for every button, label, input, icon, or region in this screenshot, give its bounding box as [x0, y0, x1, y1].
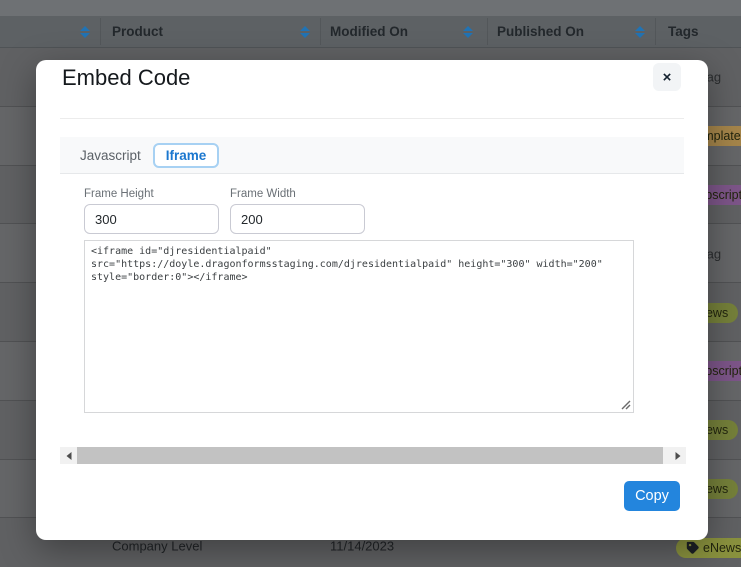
scrollbar-thumb[interactable] [77, 447, 663, 464]
sort-icon[interactable] [635, 25, 645, 39]
tag-chip-label: eNews [703, 541, 741, 555]
column-divider [100, 18, 101, 45]
arrow-left-icon [62, 452, 71, 460]
tab-javascript[interactable]: Javascript [80, 148, 141, 163]
frame-height-label: Frame Height [84, 188, 154, 200]
tag-chip: eNews [676, 538, 741, 558]
close-icon: × [663, 69, 672, 86]
embed-tabbar: Javascript Iframe [60, 137, 684, 174]
horizontal-scrollbar[interactable] [60, 447, 686, 464]
header-divider [60, 118, 684, 119]
scrollbar-track[interactable] [77, 447, 669, 464]
column-divider [487, 18, 488, 45]
sort-icon[interactable] [80, 25, 90, 39]
table-header: Product Modified On Published On Tags [0, 16, 741, 48]
tab-iframe[interactable]: Iframe [153, 143, 220, 168]
column-header-product: Product [112, 16, 163, 48]
arrow-right-icon [675, 452, 684, 460]
resize-handle-icon[interactable] [621, 400, 631, 410]
cell-modified-on: 11/14/2023 [330, 539, 394, 554]
scroll-right-button[interactable] [669, 447, 686, 464]
column-header-modified-on: Modified On [330, 16, 408, 48]
scroll-left-button[interactable] [60, 447, 77, 464]
cell-product: Company Level [112, 539, 202, 554]
column-header-published-on: Published On [497, 16, 584, 48]
sort-icon[interactable] [300, 25, 310, 39]
frame-width-label: Frame Width [230, 188, 296, 200]
frame-width-input[interactable] [230, 204, 365, 234]
column-divider [655, 18, 656, 45]
embed-code-wrap [84, 240, 634, 413]
frame-height-input[interactable] [84, 204, 219, 234]
close-button[interactable]: × [653, 63, 681, 91]
embed-code-textarea[interactable] [84, 240, 634, 413]
tag-icon [686, 541, 699, 554]
embed-code-modal: Embed Code × Javascript Iframe Frame Hei… [36, 60, 708, 540]
copy-button[interactable]: Copy [624, 481, 680, 511]
sort-icon[interactable] [463, 25, 473, 39]
modal-title: Embed Code [62, 65, 190, 91]
column-header-tags: Tags [668, 16, 699, 48]
column-divider [320, 18, 321, 45]
